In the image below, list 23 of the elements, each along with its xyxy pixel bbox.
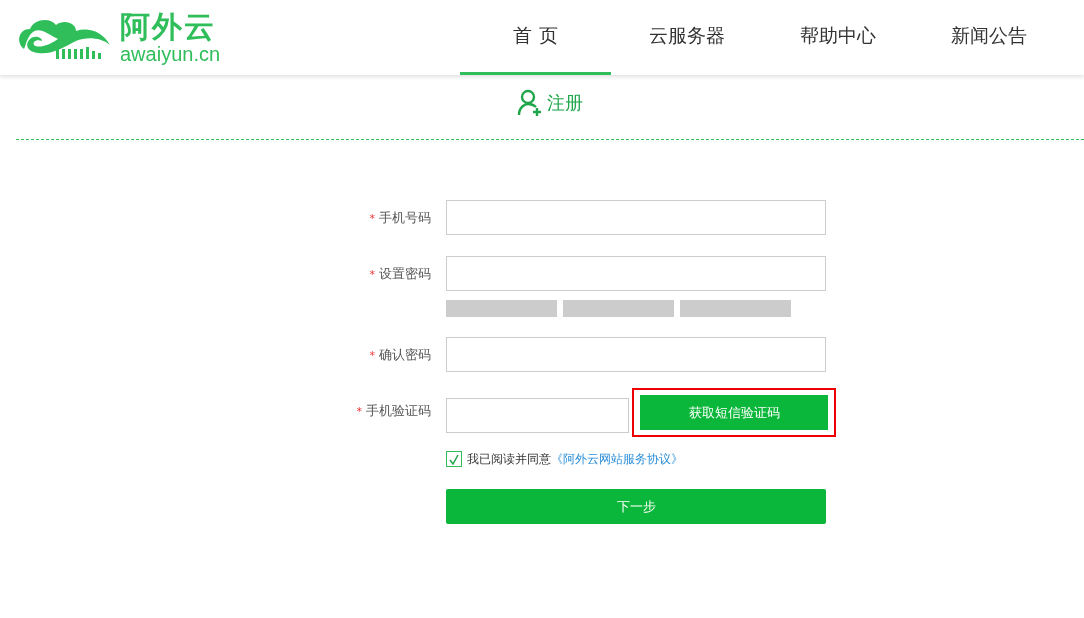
field-label: 手机号码 (379, 210, 431, 225)
text-input-field[interactable] (446, 200, 826, 235)
nav-tab[interactable]: 首 页 (460, 0, 611, 75)
agreement-text: 我已阅读并同意 (467, 451, 551, 468)
agreement-link[interactable]: 《阿外云网站服务协议》 (551, 449, 683, 469)
nav-tab[interactable]: 云服务器 (611, 0, 762, 75)
required-asterisk: * (369, 349, 375, 362)
agree-checkbox[interactable] (446, 451, 462, 467)
code-input-field[interactable] (446, 397, 629, 433)
text-input-field[interactable] (446, 337, 826, 372)
nav-tab[interactable]: 新闻公告 (913, 0, 1064, 75)
password-input-field[interactable] (446, 256, 826, 291)
field-label: 确认密码 (379, 347, 431, 362)
required-asterisk: * (369, 268, 375, 281)
add-user-icon (517, 89, 543, 117)
nav-tab[interactable]: 帮助中心 (762, 0, 913, 75)
field-label: 手机验证码 (366, 403, 431, 418)
page-title: 注册 (547, 91, 583, 115)
logo-title: 阿外云 (120, 11, 217, 42)
required-asterisk: * (356, 405, 362, 418)
required-asterisk: * (369, 212, 375, 225)
field-label: 设置密码 (379, 266, 431, 281)
logo-domain: awaiyun.cn (120, 43, 221, 64)
